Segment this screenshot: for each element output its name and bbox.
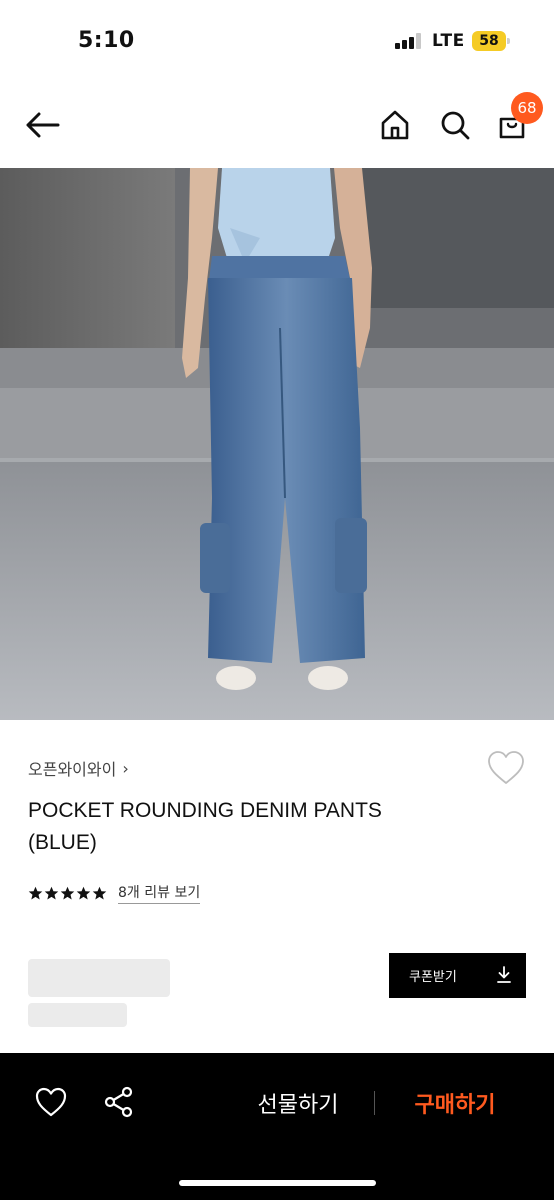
status-bar: 5:10 LTE 58 xyxy=(0,0,554,84)
rating-row: 8개 리뷰 보기 xyxy=(28,882,201,904)
battery-level: 58 xyxy=(479,33,499,49)
bottom-action-bar: 선물하기 구매하기 xyxy=(0,1053,554,1200)
home-button[interactable] xyxy=(375,105,415,145)
star-icon xyxy=(28,886,43,899)
star-icon xyxy=(76,886,91,899)
back-button[interactable] xyxy=(22,105,62,145)
star-rating xyxy=(28,886,107,901)
buy-button[interactable]: 구매하기 xyxy=(400,1087,510,1118)
star-icon xyxy=(44,886,59,899)
bottom-wishlist-button[interactable] xyxy=(34,1086,68,1118)
download-icon xyxy=(497,966,511,983)
star-icon xyxy=(60,886,75,899)
heart-icon xyxy=(488,751,524,784)
back-arrow-icon xyxy=(26,112,60,138)
coupon-label: 쿠폰받기 xyxy=(409,970,457,985)
divider xyxy=(374,1091,375,1115)
cart-count-badge: 68 xyxy=(511,92,543,124)
coupon-download-button[interactable]: 쿠폰받기 xyxy=(389,953,526,998)
star-icon xyxy=(92,886,107,899)
search-icon xyxy=(441,111,470,140)
status-time: 5:10 xyxy=(78,28,135,53)
home-icon xyxy=(381,110,409,140)
battery-icon: 58 xyxy=(472,31,510,51)
wishlist-button[interactable] xyxy=(486,750,526,786)
chevron-right-icon: › xyxy=(122,758,129,778)
product-photo xyxy=(0,168,554,720)
network-type: LTE xyxy=(432,31,465,51)
brand-name: 오픈와이와이 xyxy=(28,760,117,779)
price-placeholder-secondary xyxy=(28,1003,127,1027)
product-image[interactable] xyxy=(0,168,554,720)
share-icon xyxy=(104,1086,133,1118)
share-button[interactable] xyxy=(102,1085,136,1119)
review-link[interactable]: 8개 리뷰 보기 xyxy=(118,882,201,904)
signal-strength-icon xyxy=(395,33,423,49)
brand-link[interactable]: 오픈와이와이 › xyxy=(28,756,129,780)
product-title: POCKET ROUNDING DENIM PANTS (BLUE) xyxy=(28,799,382,854)
heart-icon xyxy=(35,1087,67,1117)
search-button[interactable] xyxy=(435,105,475,145)
gift-button[interactable]: 선물하기 xyxy=(242,1087,354,1118)
price-placeholder xyxy=(28,959,170,997)
top-navigation xyxy=(0,84,554,168)
home-indicator[interactable] xyxy=(179,1180,376,1186)
